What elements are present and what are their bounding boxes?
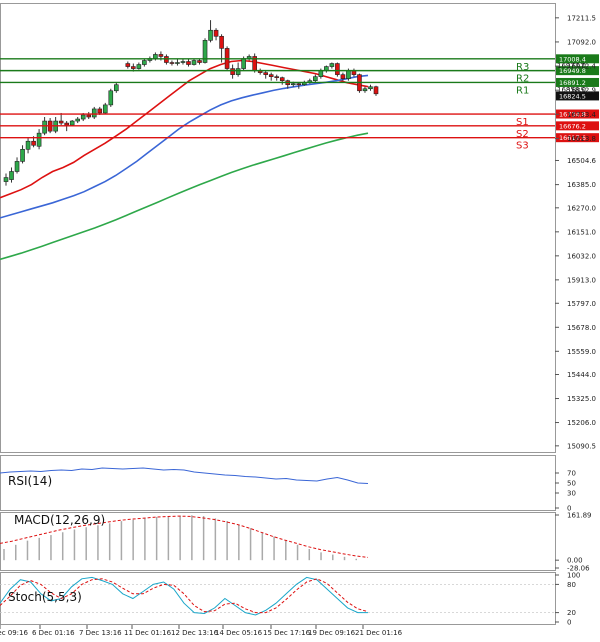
price-tick-label: 16032.0 xyxy=(567,252,596,260)
candle-body xyxy=(97,108,103,114)
time-tick-label: 11 Dec 01:16 xyxy=(124,629,172,637)
price-tick-label: 17092.0 xyxy=(567,38,596,46)
candle-body xyxy=(313,76,318,81)
price-tick-label: 15206.0 xyxy=(567,419,596,427)
candle-body xyxy=(3,177,9,182)
candle-body xyxy=(230,68,235,75)
price-tick-label: 17211.5 xyxy=(567,14,596,22)
candle-body xyxy=(362,88,368,92)
time-tick-label: 19 Dec 09:16 xyxy=(308,629,356,637)
candle-body xyxy=(241,58,246,69)
candle-body xyxy=(191,60,197,65)
candle-body xyxy=(42,120,47,134)
time-tick-label: 21 Dec 01:16 xyxy=(355,629,403,637)
candle-body xyxy=(329,63,335,67)
candle-body xyxy=(208,29,213,41)
candle-body xyxy=(31,140,36,146)
candle-body xyxy=(86,114,92,118)
candle-body xyxy=(279,77,285,81)
indicator-tick-label: 30 xyxy=(567,490,576,498)
candle-body xyxy=(108,90,114,106)
rsi-panel-title: RSI(14) xyxy=(8,474,52,488)
candle-body xyxy=(235,68,241,75)
candle-body xyxy=(20,148,25,162)
candle-body xyxy=(91,108,97,118)
candle-body xyxy=(219,35,224,49)
candle-body xyxy=(114,84,119,92)
price-tick-label: 16613.8 xyxy=(567,135,596,143)
candle-body xyxy=(80,114,86,120)
candle-body xyxy=(335,63,340,75)
candle-body xyxy=(373,86,379,95)
candle-body xyxy=(268,74,274,77)
indicator-tick-label: 80 xyxy=(567,581,576,589)
candle-body xyxy=(125,63,131,67)
candle-body xyxy=(158,54,164,57)
price-tick-label: 15559.0 xyxy=(567,348,596,356)
macd-panel-title: MACD(12,26,9) xyxy=(14,513,105,527)
indicator-tick-label: 0.00 xyxy=(567,557,583,565)
time-tick-label: 12 Dec 13:16 xyxy=(171,629,219,637)
price-tick-label-partial: 16858.0 xyxy=(557,86,586,94)
chart-background xyxy=(0,0,600,642)
price-tick-label: 15913.0 xyxy=(567,276,596,284)
candle-body xyxy=(346,70,351,79)
candle-body xyxy=(186,61,191,65)
candle-body xyxy=(318,70,324,77)
price-tick-label: 15444.0 xyxy=(567,371,596,379)
price-tick-label: 16151.0 xyxy=(567,228,596,236)
candle-body xyxy=(340,74,346,79)
candle-body xyxy=(131,66,136,69)
indicator-tick-label: 70 xyxy=(567,470,576,478)
indicator-tick-label: 20 xyxy=(567,609,576,617)
candle-body xyxy=(368,86,373,90)
candle-body xyxy=(169,62,175,64)
price-tick-label: 15325.0 xyxy=(567,395,596,403)
price-tick-label: 16733.4 xyxy=(567,111,596,119)
candle-body xyxy=(274,76,280,78)
price-tick-label: 16385.0 xyxy=(567,181,596,189)
candle-body xyxy=(175,62,180,64)
candle-body xyxy=(14,161,20,172)
price-tick-label: 15797.0 xyxy=(567,300,596,308)
candle-body xyxy=(197,60,202,63)
candle-body xyxy=(290,83,296,86)
pivot-level-name: R1 xyxy=(516,85,529,96)
candle-body xyxy=(58,120,64,124)
candle-body xyxy=(64,122,69,126)
time-tick-label: 15 Dec 17:16 xyxy=(263,629,311,637)
candle-body xyxy=(25,140,31,150)
indicator-tick-label: 161.89 xyxy=(567,512,592,520)
indicator-tick-label: 0 xyxy=(567,619,571,627)
candle-body xyxy=(180,61,186,63)
candle-body xyxy=(69,120,75,126)
indicator-tick-label: 50 xyxy=(567,480,576,488)
price-tick-label: 15678.0 xyxy=(567,324,596,332)
pivot-level-value: 16676.2 xyxy=(559,122,586,130)
price-tick-label: 15090.5 xyxy=(567,442,596,450)
candle-body xyxy=(296,83,302,86)
pivot-level-name: S3 xyxy=(516,141,529,152)
candle-body xyxy=(9,171,14,180)
indicator-tick-label: 100 xyxy=(567,572,580,580)
candle-body xyxy=(75,118,80,122)
candle-body xyxy=(263,72,268,75)
time-tick-label: 14 Dec 05:16 xyxy=(215,629,263,637)
time-tick-label: 7 Dec 13:16 xyxy=(79,629,122,637)
price-tick-label: 16270.0 xyxy=(567,204,596,212)
candle-body xyxy=(142,60,147,65)
time-tick-label: Dec 09:16 xyxy=(0,629,28,637)
trading-chart: R317008.4R216949.8R116891.2S116734.8S216… xyxy=(0,0,600,642)
candle-body xyxy=(36,132,42,147)
candle-body xyxy=(136,64,142,69)
price-tick-label: 16504.6 xyxy=(567,157,596,165)
time-tick-label: 6 Dec 01:16 xyxy=(32,629,75,637)
candle-body xyxy=(102,104,108,114)
candle-body xyxy=(153,54,158,59)
price-tick-label-partial: 16977.0 xyxy=(557,62,586,70)
candle-body xyxy=(213,29,219,37)
stoch-panel-title: Stoch(5,5,3) xyxy=(8,590,82,604)
